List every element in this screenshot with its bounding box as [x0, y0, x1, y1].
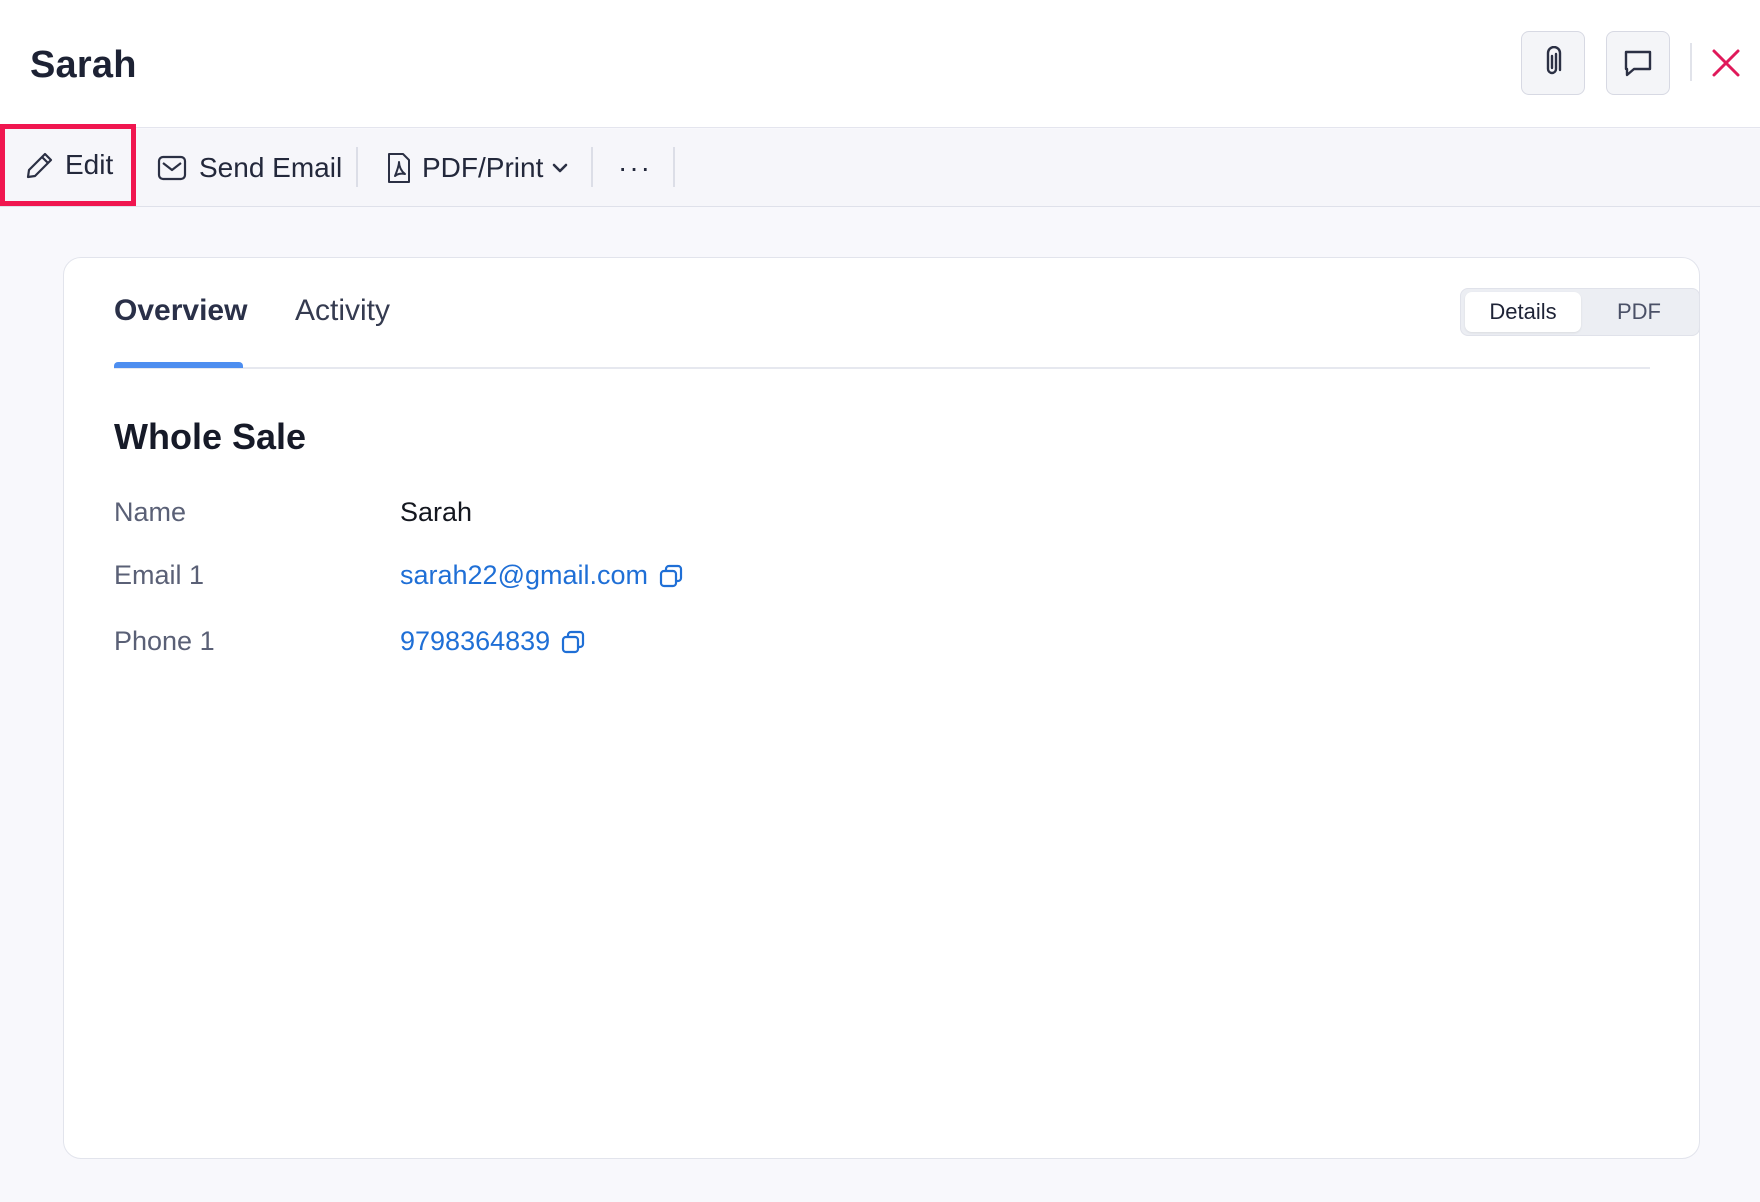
section-title: Whole Sale — [114, 416, 307, 457]
envelope-icon — [157, 155, 187, 181]
pdf-print-label: PDF/Print — [422, 152, 544, 183]
toolbar-divider — [356, 147, 358, 187]
field-value: sarah22@gmail.com — [400, 560, 684, 591]
name-value: Sarah — [400, 497, 473, 527]
field-label: Name — [114, 497, 187, 527]
action-toolbar: Edit Send Email PDF/Print ··· — [0, 124, 1760, 207]
phone-link[interactable]: 9798364839 — [400, 626, 550, 657]
more-actions-button[interactable]: ··· — [618, 129, 652, 207]
close-button[interactable] — [1703, 40, 1749, 86]
tab-overview[interactable]: Overview — [114, 294, 247, 328]
tab-activity[interactable]: Activity — [295, 294, 390, 328]
edit-label: Edit — [65, 149, 114, 180]
pdf-file-icon — [386, 152, 412, 184]
details-toggle-button[interactable]: Details — [1465, 292, 1581, 332]
pdf-toggle-button[interactable]: PDF — [1581, 292, 1697, 332]
page-title: Sarah — [30, 44, 137, 86]
pdf-print-dropdown[interactable]: PDF/Print — [386, 129, 569, 207]
header-divider — [1690, 43, 1692, 81]
chevron-down-icon — [551, 162, 569, 174]
pencil-icon — [25, 150, 55, 180]
comments-button[interactable] — [1606, 31, 1670, 95]
edit-button[interactable]: Edit — [0, 124, 136, 206]
field-label: Phone 1 — [114, 626, 215, 656]
send-email-label: Send Email — [199, 152, 343, 183]
page-header: Sarah — [0, 0, 1760, 128]
send-email-button[interactable]: Send Email — [157, 129, 342, 207]
details-card: Overview Activity Details PDF Whole Sale… — [63, 257, 1700, 1159]
close-icon — [1711, 48, 1741, 78]
active-tab-indicator — [114, 362, 243, 368]
toolbar-divider — [673, 147, 675, 187]
view-toggle: Details PDF — [1460, 288, 1700, 336]
chat-bubble-icon — [1622, 48, 1654, 78]
toolbar-divider — [591, 147, 593, 187]
field-value: Sarah — [400, 497, 472, 528]
copy-icon[interactable] — [560, 629, 586, 655]
field-label: Email 1 — [114, 560, 205, 590]
attachments-button[interactable] — [1521, 31, 1585, 95]
paperclip-icon — [1538, 46, 1568, 80]
email-link[interactable]: sarah22@gmail.com — [400, 560, 648, 591]
copy-icon[interactable] — [658, 563, 684, 589]
field-value: 9798364839 — [400, 626, 586, 657]
more-icon: ··· — [618, 152, 652, 183]
tab-bar: Overview Activity Details PDF — [114, 258, 1700, 369]
